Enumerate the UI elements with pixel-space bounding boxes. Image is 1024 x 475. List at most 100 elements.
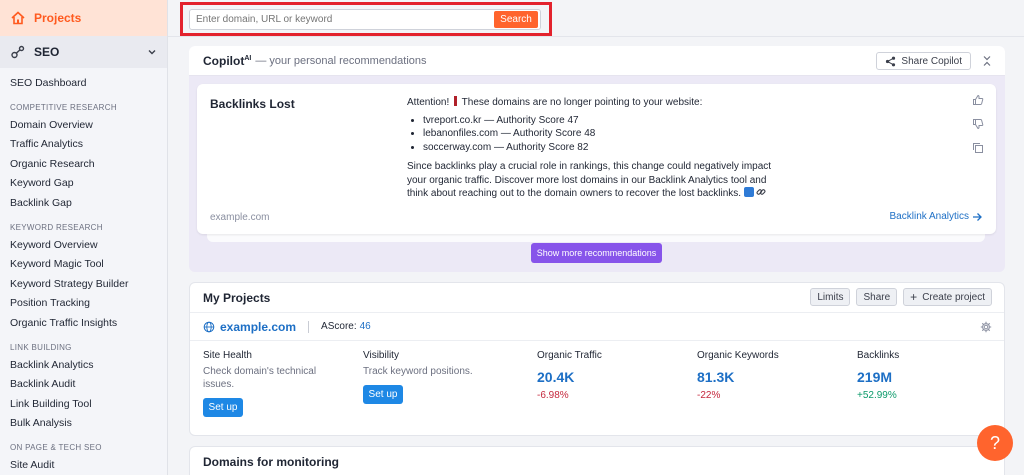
visibility-setup-button[interactable]: Set up: [363, 385, 403, 404]
sidebar-item-traffic-analytics[interactable]: Traffic Analytics: [0, 135, 167, 155]
list-item: soccerway.com — Authority Score 82: [411, 141, 787, 155]
search-bar: Search: [189, 9, 541, 30]
visibility-desc: Track keyword positions.: [363, 366, 473, 377]
share-button[interactable]: Share: [856, 288, 898, 306]
sidebar-section-title: ON PAGE & TECH SEO: [10, 442, 102, 452]
gear-icon[interactable]: [980, 321, 992, 333]
organic-traffic-widget: Organic Traffic 20.4K -6.98%: [537, 350, 602, 401]
sidebar-item-link-building-tool[interactable]: Link Building Tool: [0, 395, 167, 415]
top-bar: Search: [168, 0, 1024, 37]
sidebar-item-backlink-analytics[interactable]: Backlink Analytics: [0, 356, 167, 376]
ascore-value[interactable]: 46: [360, 321, 371, 332]
feedback-icons: [972, 94, 984, 166]
sidebar-item-seo[interactable]: SEO: [0, 36, 167, 68]
share-icon: [885, 56, 896, 67]
ascore-label: AScore:: [321, 321, 357, 332]
backlink-analytics-link-label: Backlink Analytics: [889, 211, 969, 222]
recommendation-body: Attention! These domains are no longer p…: [407, 96, 787, 201]
organic-traffic-change: -6.98%: [537, 390, 569, 401]
collapse-icon[interactable]: [981, 55, 993, 67]
search-input[interactable]: [190, 10, 494, 29]
sidebar-item-position-tracking[interactable]: Position Tracking: [0, 294, 167, 314]
organic-keywords-widget: Organic Keywords 81.3K -22%: [697, 350, 779, 401]
recommendation-domain: example.com: [210, 212, 270, 223]
recommendation-paragraph: Since backlinks play a crucial role in r…: [407, 160, 787, 201]
organic-traffic-value[interactable]: 20.4K: [537, 369, 602, 385]
site-health-desc: Check domain's technical issues.: [203, 366, 317, 390]
globe-icon: [203, 321, 215, 333]
recommendation-stack-shadow: [207, 234, 985, 242]
create-project-button[interactable]: + Create project: [903, 288, 992, 306]
my-projects-panel: My Projects Limits Share + Create projec…: [189, 282, 1005, 436]
sidebar-section-title: COMPETITIVE RESEARCH: [10, 102, 117, 112]
sidebar-item-label: SEO: [34, 45, 60, 59]
alert-icon: [454, 96, 458, 106]
sidebar-item-bulk-analysis[interactable]: Bulk Analysis: [0, 414, 167, 434]
divider: [308, 320, 310, 333]
attention-prefix: Attention!: [407, 97, 450, 108]
organic-keywords-label: Organic Keywords: [697, 350, 779, 361]
project-site-link[interactable]: example.com: [220, 320, 296, 334]
help-button[interactable]: ?: [977, 425, 1013, 461]
site-health-setup-button[interactable]: Set up: [203, 398, 243, 417]
backlinks-value[interactable]: 219M: [857, 369, 899, 385]
my-projects-header: My Projects Limits Share + Create projec…: [190, 283, 1004, 313]
project-metrics: Site Health Check domain's technical iss…: [190, 341, 1004, 437]
attention-line: Attention! These domains are no longer p…: [407, 96, 787, 110]
limits-button[interactable]: Limits: [810, 288, 851, 306]
sidebar-item-seo-dashboard[interactable]: SEO Dashboard: [0, 74, 167, 94]
refresh-emoji-icon: [744, 187, 755, 197]
home-icon: [10, 10, 26, 26]
sidebar: Projects SEO SEO Dashboard COMPETITIVE R…: [0, 0, 168, 475]
copilot-header: CopilotAI — your personal recommendation…: [189, 46, 1005, 76]
sidebar-item-keyword-gap[interactable]: Keyword Gap: [0, 174, 167, 194]
plus-icon: +: [910, 290, 918, 304]
sidebar-item-keyword-strategy-builder[interactable]: Keyword Strategy Builder: [0, 275, 167, 295]
my-projects-title: My Projects: [203, 290, 271, 305]
site-health-widget: Site Health Check domain's technical iss…: [203, 350, 323, 417]
seo-icon: [10, 44, 26, 60]
project-site-row: example.com AScore: 46: [190, 313, 1004, 341]
attention-text: These domains are no longer pointing to …: [461, 97, 703, 108]
sidebar-item-projects[interactable]: Projects: [0, 0, 167, 36]
search-button[interactable]: Search: [494, 11, 538, 28]
backlink-analytics-link[interactable]: Backlink Analytics: [890, 211, 982, 222]
show-more-recommendations-button[interactable]: Show more recommendations: [531, 243, 662, 263]
chevron-down-icon: [147, 47, 157, 57]
sidebar-section-title: LINK BUILDING: [10, 342, 72, 352]
copy-icon[interactable]: [972, 142, 984, 154]
copilot-subtitle: — your personal recommendations: [255, 54, 427, 67]
lost-domains-list: tvreport.co.kr — Authority Score 47 leba…: [407, 114, 787, 155]
sidebar-item-keyword-overview[interactable]: Keyword Overview: [0, 236, 167, 256]
recommendation-paragraph-text: Since backlinks play a crucial role in r…: [407, 161, 772, 199]
sidebar-item-organic-research[interactable]: Organic Research: [0, 155, 167, 175]
backlinks-label: Backlinks: [857, 350, 900, 361]
recommendation-card: Backlinks Lost Attention! These domains …: [197, 84, 996, 234]
sidebar-section-title: KEYWORD RESEARCH: [10, 222, 103, 232]
organic-traffic-label: Organic Traffic: [537, 350, 602, 361]
copilot-title: CopilotAI: [203, 54, 251, 68]
visibility-label: Visibility: [363, 350, 399, 361]
thumbs-up-icon[interactable]: [972, 94, 984, 106]
sidebar-item-keyword-magic-tool[interactable]: Keyword Magic Tool: [0, 255, 167, 275]
site-health-label: Site Health: [203, 350, 252, 361]
sidebar-item-organic-traffic-insights[interactable]: Organic Traffic Insights: [0, 314, 167, 334]
copilot-panel: CopilotAI — your personal recommendation…: [189, 46, 1005, 272]
copilot-ai-badge: AI: [244, 54, 252, 62]
sidebar-item-backlink-gap[interactable]: Backlink Gap: [0, 194, 167, 214]
copilot-title-text: Copilot: [203, 53, 245, 68]
sidebar-item-domain-overview[interactable]: Domain Overview: [0, 116, 167, 136]
thumbs-down-icon[interactable]: [972, 118, 984, 130]
my-projects-actions: Limits Share + Create project: [804, 288, 992, 306]
sidebar-item-site-audit[interactable]: Site Audit: [0, 456, 167, 475]
share-copilot-label: Share Copilot: [901, 55, 962, 67]
recommendation-title: Backlinks Lost: [210, 97, 295, 111]
share-copilot-button[interactable]: Share Copilot: [876, 52, 971, 70]
arrow-right-icon: [972, 212, 982, 222]
sidebar-item-label: Projects: [34, 11, 82, 25]
organic-keywords-value[interactable]: 81.3K: [697, 369, 779, 385]
sidebar-item-backlink-audit[interactable]: Backlink Audit: [0, 375, 167, 395]
domains-monitoring-panel: Domains for monitoring: [189, 446, 1005, 475]
create-project-label: Create project: [922, 291, 985, 303]
link-emoji-icon: [756, 187, 766, 197]
